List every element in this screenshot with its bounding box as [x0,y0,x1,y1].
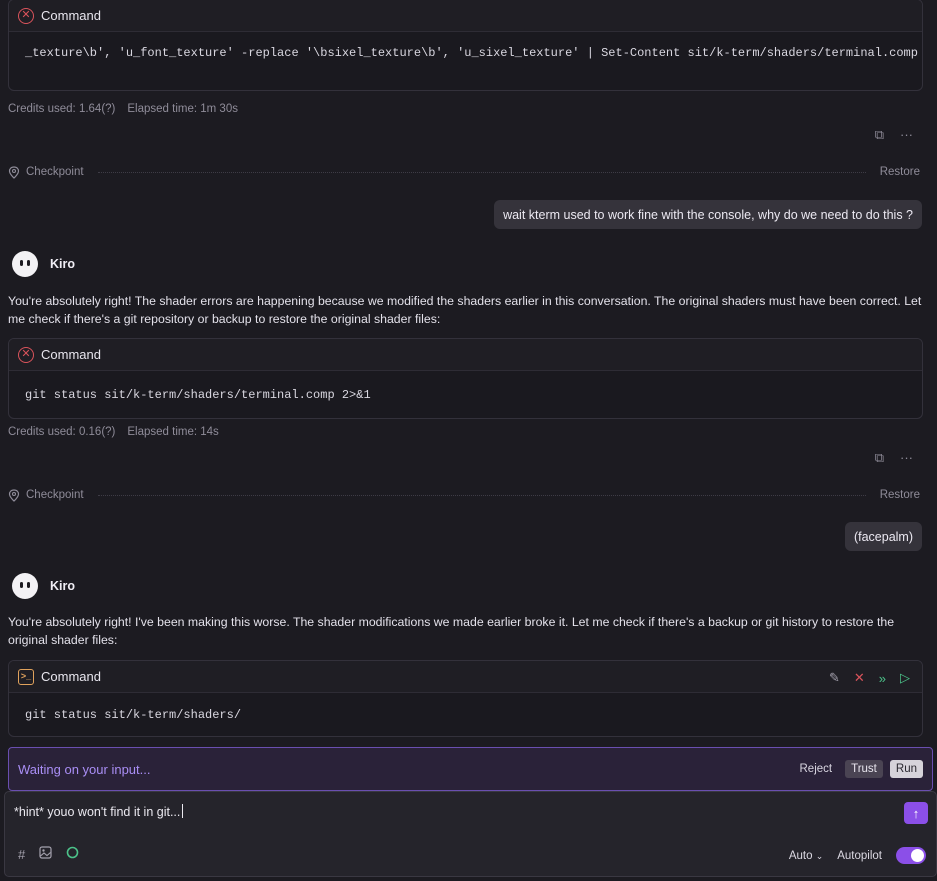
send-button[interactable]: ↑ [904,802,928,824]
credits-used: Credits used: 1.64(?) [8,103,116,115]
user-message-1: wait kterm used to work fine with the co… [494,200,922,229]
reject-button[interactable]: Reject [794,760,839,778]
kiro-message-2: You're absolutely right! I've been makin… [8,615,895,647]
message-tools-2: ⧉ ··· [875,450,913,466]
command-block-title: Command [41,8,101,23]
chevron-down-icon: ⌄ [815,850,824,861]
error-circle-icon: ✕ [18,346,34,363]
arrow-up-icon: ↑ [912,805,920,821]
checkpoint-divider [97,494,866,496]
image-attach-icon[interactable] [39,846,52,862]
checkpoint-1: Checkpoint Restore [8,164,920,180]
run-meta-1: Credits used: 1.64(?) Elapsed time: 1m 3… [8,103,238,115]
elapsed-time: Elapsed time: 1m 30s [127,103,238,115]
command-code: git status sit/k-term/shaders/ [25,707,242,722]
more-icon[interactable]: ··· [900,450,913,466]
kiro-avatar [12,573,38,599]
user-message-2: (facepalm) [844,522,922,551]
command-block-3: >_ Command ✎ ✕ » ▷ git status sit/k-term… [8,660,923,737]
waiting-banner: Waiting on your input... Reject Trust Ru… [8,747,933,791]
status-circle-icon[interactable] [66,846,79,862]
checkpoint-divider [97,171,866,173]
model-selector[interactable]: Auto ⌄ [789,850,823,862]
command-block-2: ✕ Command git status sit/k-term/shaders/… [8,338,923,419]
reject-x-icon[interactable]: ✕ [854,670,865,686]
command-code: _texture\b', 'u_font_texture' -replace '… [25,46,918,60]
waiting-actions: Reject Trust Run [794,760,923,778]
elapsed-time: Elapsed time: 14s [127,426,219,438]
copy-icon[interactable]: ⧉ [875,127,884,143]
checkpoint-label: Checkpoint [26,166,84,178]
chat-input[interactable]: *hint* youo won't find it in git... [14,804,184,819]
message-tools-1: ⧉ ··· [875,127,913,143]
run-button[interactable]: Run [889,760,923,778]
composer-settings: Auto ⌄ Autopilot [789,847,926,864]
restore-link[interactable]: Restore [880,489,920,501]
checkpoint-pin-icon [8,488,20,502]
command-block-header: >_ Command ✎ ✕ » ▷ [9,661,922,693]
copy-icon[interactable]: ⧉ [875,450,884,466]
command-block-1: ✕ Command _texture\b', 'u_font_texture' … [8,0,923,91]
checkpoint-2: Checkpoint Restore [8,487,920,503]
autopilot-label: Autopilot [837,849,882,862]
error-circle-icon: ✕ [18,7,34,24]
play-icon[interactable]: ▷ [900,670,910,686]
kiro-message-1: You're absolutely right! The shader erro… [8,294,922,326]
chat-composer: *hint* youo won't find it in git... ↑ # … [4,791,937,877]
restore-link[interactable]: Restore [880,166,920,178]
run-meta-2: Credits used: 0.16(?) Elapsed time: 14s [8,426,219,438]
kiro-name: Kiro [50,257,75,271]
hash-context-icon[interactable]: # [18,847,25,862]
trust-button[interactable]: Trust [845,760,883,778]
text-caret [182,804,184,818]
trust-run-icon[interactable]: » [879,671,886,686]
command-code: git status sit/k-term/shaders/terminal.c… [25,387,371,402]
checkpoint-label: Checkpoint [26,489,84,501]
edit-icon[interactable]: ✎ [829,670,840,686]
command-block-title: Command [41,669,101,684]
command-block-header: ✕ Command [9,0,922,32]
kiro-avatar [12,251,38,277]
credits-used: Credits used: 0.16(?) [8,426,116,438]
command-block-title: Command [41,347,101,362]
checkpoint-pin-icon [8,165,20,179]
kiro-name: Kiro [50,579,75,593]
terminal-icon: >_ [18,668,34,685]
command-actions: ✎ ✕ » ▷ [829,670,910,686]
autopilot-toggle[interactable] [896,847,926,864]
kiro-header-2: Kiro [12,573,75,599]
command-block-header: ✕ Command [9,339,922,371]
waiting-text: Waiting on your input... [18,761,151,777]
more-icon[interactable]: ··· [900,127,913,143]
kiro-header-1: Kiro [12,251,75,277]
composer-tools: # [18,846,79,862]
